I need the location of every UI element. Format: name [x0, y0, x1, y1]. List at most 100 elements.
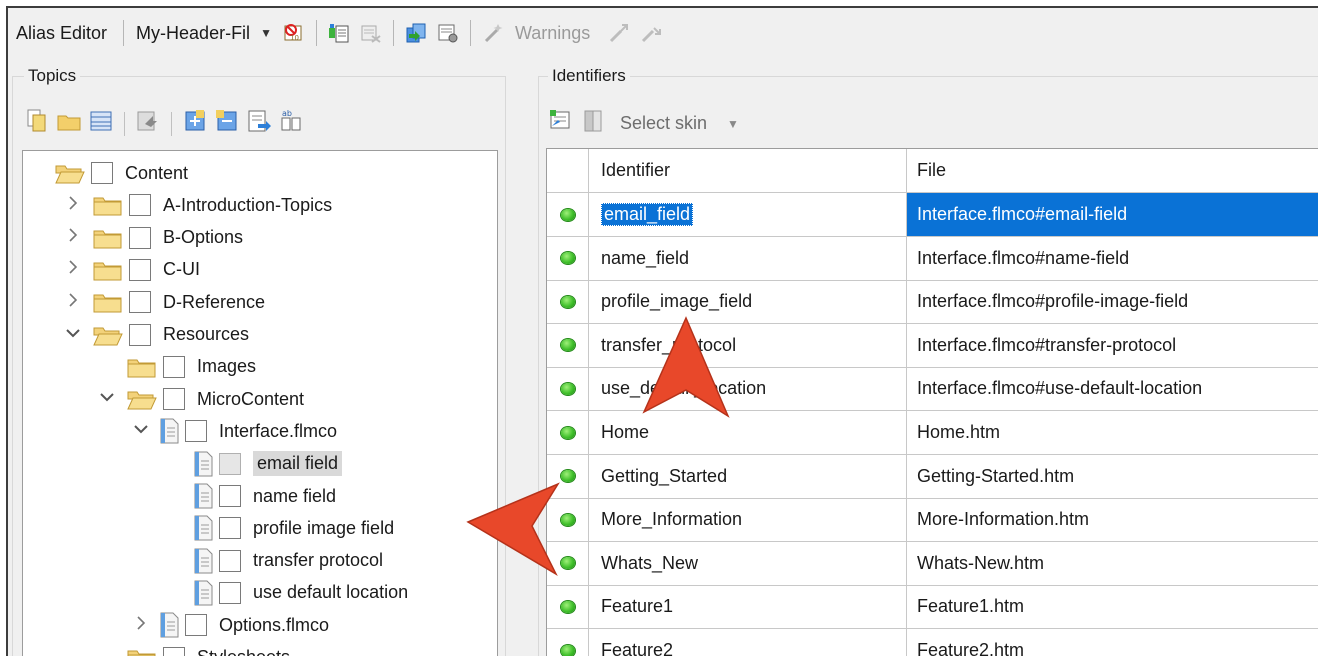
clear-header-icon[interactable]: 10: [282, 21, 306, 45]
tree-item-a-introduction-topics[interactable]: A-Introduction-Topics: [23, 189, 497, 221]
table-view-icon[interactable]: [88, 108, 114, 139]
table-row[interactable]: Feature1 Feature1.htm: [547, 585, 1318, 630]
expand-all-icon[interactable]: [182, 108, 208, 139]
identifier-cell[interactable]: Home: [589, 411, 907, 454]
table-row[interactable]: Feature2 Feature2.htm: [547, 629, 1318, 656]
tree-item-resources[interactable]: Resources: [23, 319, 497, 351]
tree-checkbox[interactable]: [219, 517, 241, 540]
file-cell[interactable]: Home.htm: [907, 411, 1318, 454]
table-row[interactable]: name_field Interface.flmco#name-field: [547, 236, 1318, 281]
bind-topic-icon[interactable]: [135, 108, 161, 139]
file-cell[interactable]: Interface.flmco#profile-image-field: [907, 280, 1318, 323]
identifier-cell[interactable]: email_field: [589, 193, 907, 236]
wand-icon[interactable]: [481, 21, 505, 45]
alias-settings-icon[interactable]: [436, 21, 460, 45]
tree-checkbox[interactable]: [163, 388, 185, 411]
previous-warning-icon[interactable]: [608, 21, 632, 45]
tree-checkbox[interactable]: [219, 452, 241, 475]
tree-item-microcontent[interactable]: MicroContent: [23, 383, 497, 415]
tree-checkbox[interactable]: [163, 355, 185, 378]
identifier-cell[interactable]: Feature2: [589, 629, 907, 656]
identifier-column-header[interactable]: Identifier: [589, 149, 907, 192]
file-cell[interactable]: Interface.flmco#transfer-protocol: [907, 324, 1318, 367]
collapse-all-icon[interactable]: [214, 108, 240, 139]
tree-checkbox[interactable]: [219, 549, 241, 572]
header-file-combo[interactable]: My-Header-Fil ▼: [130, 23, 278, 44]
chevron-right-icon[interactable]: [131, 615, 151, 636]
tree-checkbox[interactable]: [129, 194, 151, 217]
identifier-cell[interactable]: name_field: [589, 236, 907, 280]
identifier-cell[interactable]: Feature1: [589, 585, 907, 629]
file-cell[interactable]: More-Information.htm: [907, 498, 1318, 541]
file-cell[interactable]: Feature2.htm: [907, 629, 1318, 656]
remove-alias-icon[interactable]: [359, 21, 383, 45]
tree-item-d-reference[interactable]: D-Reference: [23, 286, 497, 318]
new-alias-icon[interactable]: [327, 21, 351, 45]
tree-item-email-field[interactable]: email field: [23, 448, 497, 480]
tree-checkbox[interactable]: [219, 485, 241, 507]
sort-topics-icon[interactable]: ab: [278, 108, 304, 139]
tree-checkbox[interactable]: [185, 420, 207, 443]
file-cell[interactable]: Feature1.htm: [907, 585, 1318, 628]
tree-checkbox[interactable]: [129, 291, 151, 314]
table-row[interactable]: Whats_New Whats-New.htm: [547, 541, 1318, 586]
next-warning-icon[interactable]: [640, 21, 664, 45]
table-row[interactable]: Getting_Started Getting-Started.htm: [547, 454, 1318, 499]
chevron-right-icon[interactable]: [63, 259, 83, 280]
identifier-cell[interactable]: Getting_Started: [589, 454, 907, 498]
table-row[interactable]: email_field Interface.flmco#email-field: [547, 193, 1318, 237]
tree-checkbox[interactable]: [91, 162, 113, 184]
sync-topics-icon[interactable]: [246, 108, 272, 139]
tree-item-stylesheets[interactable]: Stylesheets: [23, 642, 497, 656]
file-cell[interactable]: Interface.flmco#use-default-location: [907, 367, 1318, 410]
chevron-right-icon[interactable]: [63, 227, 83, 248]
folder-icon[interactable]: [56, 108, 82, 139]
tree-item-profile-image-field[interactable]: profile image field: [23, 512, 497, 544]
select-skin-dropdown[interactable]: Select skin: [620, 113, 707, 134]
tree-item-name-field[interactable]: name field: [23, 480, 497, 512]
file-cell[interactable]: Whats-New.htm: [907, 542, 1318, 585]
identifier-cell[interactable]: use_default_location: [589, 367, 907, 411]
tree-checkbox[interactable]: [219, 581, 241, 604]
chevron-down-icon[interactable]: [97, 390, 117, 408]
tree-item-b-options[interactable]: B-Options: [23, 222, 497, 254]
chevron-down-icon[interactable]: ▼: [260, 26, 272, 40]
file-cell[interactable]: Interface.flmco#name-field: [907, 237, 1318, 280]
identifier-cell[interactable]: profile_image_field: [589, 280, 907, 324]
identifier-cell[interactable]: More_Information: [589, 498, 907, 542]
tree-item-content: transfer protocol: [193, 548, 383, 574]
tree-checkbox[interactable]: [185, 614, 207, 637]
chevron-down-icon[interactable]: ▼: [727, 117, 739, 131]
identifier-cell[interactable]: Whats_New: [589, 541, 907, 585]
tree-item-transfer-protocol[interactable]: transfer protocol: [23, 545, 497, 577]
chevron-right-icon[interactable]: [63, 195, 83, 216]
tree-checkbox[interactable]: [129, 226, 151, 249]
identifier-value: Home: [601, 422, 650, 442]
skin-book-icon[interactable]: [582, 108, 604, 139]
tree-item-c-ui[interactable]: C-UI: [23, 254, 497, 286]
chevron-down-icon[interactable]: [131, 422, 151, 440]
table-row[interactable]: More_Information More-Information.htm: [547, 498, 1318, 543]
assign-topic-icon[interactable]: [404, 21, 428, 45]
table-row[interactable]: profile_image_field Interface.flmco#profi…: [547, 280, 1318, 325]
warnings-label[interactable]: Warnings: [515, 23, 590, 44]
file-column-header[interactable]: File: [907, 149, 1318, 192]
chevron-right-icon[interactable]: [63, 292, 83, 313]
tree-item-options-flmco[interactable]: Options.flmco: [23, 609, 497, 641]
copy-topics-icon[interactable]: [24, 108, 50, 139]
chevron-down-icon[interactable]: [63, 326, 83, 344]
table-row[interactable]: use_default_location Interface.flmco#use-…: [547, 367, 1318, 412]
tree-item-use-default-location[interactable]: use default location: [23, 577, 497, 609]
file-cell[interactable]: Interface.flmco#email-field: [907, 193, 1318, 236]
table-row[interactable]: transfer_protocol Interface.flmco#transfe…: [547, 323, 1318, 368]
tree-item-images[interactable]: Images: [23, 351, 497, 383]
table-row[interactable]: Home Home.htm: [547, 411, 1318, 455]
tree-checkbox[interactable]: [129, 323, 151, 346]
tree-checkbox[interactable]: [129, 258, 151, 281]
file-cell[interactable]: Getting-Started.htm: [907, 455, 1318, 498]
tree-item-interface-flmco[interactable]: Interface.flmco: [23, 415, 497, 447]
tree-item-content[interactable]: Content: [23, 157, 497, 189]
generate-identifiers-icon[interactable]: [548, 108, 574, 139]
identifier-cell[interactable]: transfer_protocol: [589, 323, 907, 367]
tree-checkbox[interactable]: [163, 646, 185, 656]
